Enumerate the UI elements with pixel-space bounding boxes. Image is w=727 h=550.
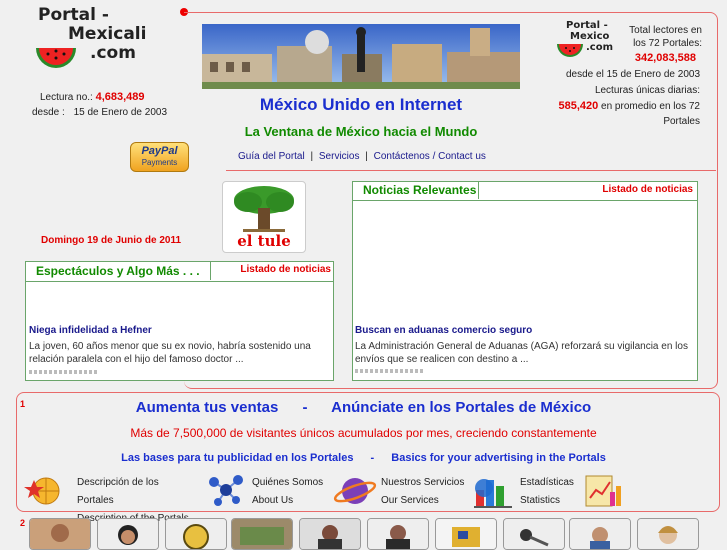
- ad-link-quienes[interactable]: Quiénes Somos About Us: [252, 474, 342, 510]
- reads-counter: Lectura no.: 4,683,489: [40, 91, 145, 103]
- noticias-body: La Administración General de Aduanas (AG…: [355, 341, 688, 365]
- site-subtitle: La Ventana de México hacia el Mundo: [244, 124, 478, 139]
- thumb-6[interactable]: [367, 518, 429, 550]
- ad-headline[interactable]: Aumenta tus ventas - Anúnciate en los Po…: [0, 399, 727, 416]
- el-tule-banner[interactable]: el tule: [222, 181, 306, 253]
- portal-mexicali-logo[interactable]: Portal - Mexicali .com: [30, 4, 160, 84]
- ad-link-servicios[interactable]: Nuestros Servicios Our Services: [381, 474, 481, 510]
- unique-readers: 585,420 en promedio en los 72: [558, 100, 700, 112]
- noticias-headline[interactable]: Buscan en aduanas comercio seguro: [355, 325, 691, 336]
- ad-bases[interactable]: Las bases para tu publicidad en los Port…: [0, 452, 727, 464]
- total-readers-value: 342,083,588: [634, 52, 696, 64]
- molecule-icon[interactable]: [204, 472, 246, 508]
- thumb-5[interactable]: [299, 518, 361, 550]
- globe-star-icon[interactable]: [24, 474, 64, 506]
- current-date: Domingo 19 de Junio de 2011: [41, 235, 182, 246]
- bar-chart-icon[interactable]: [472, 472, 516, 508]
- thumb-3[interactable]: [165, 518, 227, 550]
- espectaculos-date-faded: [29, 370, 99, 374]
- espectaculos-list-link[interactable]: Listado de noticias: [240, 264, 331, 275]
- espectaculos-body: La joven, 60 años menor que su ex novio,…: [29, 341, 311, 365]
- thumb-2[interactable]: [97, 518, 159, 550]
- unique-readers-suffix: Portales: [663, 116, 700, 127]
- thumb-1[interactable]: [29, 518, 91, 550]
- thumb-10[interactable]: [637, 518, 699, 550]
- unique-readers-label: Lecturas únicas diarias:: [594, 85, 700, 96]
- chart-clipboard-icon: [585, 475, 621, 507]
- nav-divider: [226, 170, 716, 171]
- noticias-date-faded: [355, 369, 425, 373]
- espectaculos-panel: Espectáculos y Algo Más . . . Listado de…: [25, 261, 334, 381]
- noticias-title: Noticias Relevantes: [353, 182, 479, 199]
- top-nav: Guía del Portal | Servicios | Contácteno…: [238, 151, 486, 162]
- planet-icon[interactable]: [333, 474, 377, 508]
- espectaculos-title: Espectáculos y Algo Más . . .: [26, 262, 211, 280]
- noticias-list-link[interactable]: Listado de noticias: [602, 184, 693, 195]
- nav-guia[interactable]: Guía del Portal: [238, 151, 305, 162]
- total-readers-since: desde el 15 de Enero de 2003: [566, 69, 700, 80]
- el-tule-label: el tule: [237, 232, 291, 250]
- thumb-4[interactable]: [231, 518, 293, 550]
- paypal-button[interactable]: PayPal Payments: [130, 142, 189, 172]
- thumb-9[interactable]: [569, 518, 631, 550]
- ad-subline: Más de 7,500,000 de visitantes únicos ac…: [130, 426, 597, 440]
- noticias-panel: Noticias Relevantes Listado de noticias …: [352, 181, 698, 381]
- total-readers-label: Total lectores en los 72 Portales:: [629, 25, 702, 49]
- watermelon-icon: [36, 48, 76, 68]
- tree-icon: [234, 186, 294, 232]
- thumb-7[interactable]: [435, 518, 497, 550]
- bottom-thumbnails: [29, 518, 709, 550]
- site-title: México Unido en Internet: [259, 95, 463, 114]
- nav-servicios[interactable]: Servicios: [319, 151, 360, 162]
- banner-photo: [202, 24, 520, 89]
- watermelon-small-icon: [557, 44, 583, 57]
- thumb-8[interactable]: [503, 518, 565, 550]
- reads-since: desde : 15 de Enero de 2003: [32, 107, 168, 118]
- bottom-index: 2: [20, 518, 26, 528]
- espectaculos-headline[interactable]: Niega infidelidad a Hefner: [29, 325, 329, 336]
- nav-contacto[interactable]: Contáctenos / Contact us: [374, 151, 486, 162]
